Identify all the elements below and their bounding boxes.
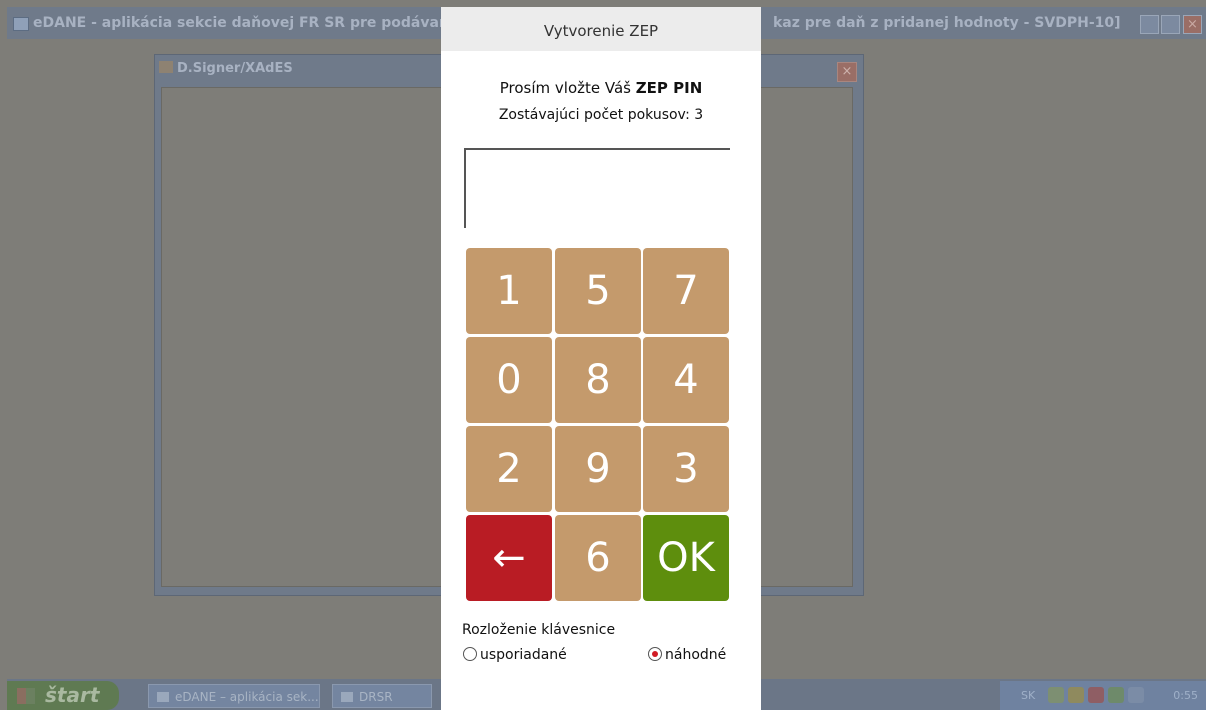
clock: 0:55 bbox=[1173, 689, 1198, 702]
keyboard-layout-label: Rozloženie klávesnice bbox=[462, 622, 616, 638]
system-tray: SK 0:55 bbox=[1000, 681, 1206, 710]
key-1[interactable]: 1 bbox=[466, 248, 552, 334]
key-2[interactable]: 2 bbox=[466, 426, 552, 512]
background-title-left: eDANE - aplikácia sekcie daňovej FR SR p… bbox=[33, 15, 479, 31]
taskbar-item-drsr: DRSR bbox=[332, 684, 432, 708]
windows-logo-icon bbox=[17, 688, 35, 704]
key-6[interactable]: 6 bbox=[555, 515, 641, 601]
edane-icon bbox=[157, 692, 169, 702]
radio-random-circle[interactable] bbox=[648, 647, 662, 661]
signer-title: D.Signer/XAdES bbox=[159, 61, 293, 76]
pin-prompt: Prosím vložte Váš ZEP PIN bbox=[441, 79, 761, 97]
tray-icon bbox=[1048, 687, 1064, 703]
tray-icon bbox=[1108, 687, 1124, 703]
pin-input[interactable] bbox=[464, 148, 730, 228]
radio-ordered-label: usporiadané bbox=[480, 647, 567, 663]
window-icon bbox=[341, 692, 353, 702]
radio-ordered-circle[interactable] bbox=[463, 647, 477, 661]
radio-random-label: náhodné bbox=[665, 647, 727, 663]
signer-title-text: D.Signer/XAdES bbox=[177, 61, 293, 76]
key-8[interactable]: 8 bbox=[555, 337, 641, 423]
attempts-value: 3 bbox=[694, 107, 704, 123]
pin-keypad: 1 5 7 0 8 4 2 9 3 ← 6 OK bbox=[466, 248, 732, 602]
dialog-title: Vytvorenie ZEP bbox=[441, 7, 761, 51]
taskbar-item-edane: eDANE – aplikácia sek... bbox=[148, 684, 320, 708]
ok-button[interactable]: OK bbox=[643, 515, 729, 601]
pin-prompt-text: Prosím vložte Váš bbox=[499, 79, 631, 97]
taskbar-item-label: DRSR bbox=[359, 690, 393, 704]
taskbar-item-label: eDANE – aplikácia sek... bbox=[175, 690, 319, 704]
background-title-right: kaz pre daň z pridanej hodnoty - SVDPH-1… bbox=[773, 15, 1121, 31]
maximize-button bbox=[1161, 15, 1180, 34]
tray-icon bbox=[1068, 687, 1084, 703]
key-9[interactable]: 9 bbox=[555, 426, 641, 512]
radio-random[interactable]: náhodné bbox=[648, 647, 726, 663]
minimize-button bbox=[1140, 15, 1159, 34]
key-7[interactable]: 7 bbox=[643, 248, 729, 334]
key-0[interactable]: 0 bbox=[466, 337, 552, 423]
app-icon bbox=[13, 17, 29, 31]
zep-pin-dialog: Vytvorenie ZEP Prosím vložte Váš ZEP PIN… bbox=[441, 7, 761, 710]
start-button: štart bbox=[7, 681, 119, 710]
close-icon: × bbox=[1183, 15, 1202, 34]
key-3[interactable]: 3 bbox=[643, 426, 729, 512]
backspace-button[interactable]: ← bbox=[466, 515, 552, 601]
language-indicator: SK bbox=[1021, 689, 1036, 702]
pin-prompt-bold: ZEP PIN bbox=[635, 79, 703, 97]
start-label: štart bbox=[45, 683, 100, 707]
left-arrow-icon: ← bbox=[492, 535, 526, 581]
radio-ordered[interactable]: usporiadané bbox=[463, 647, 567, 663]
key-4[interactable]: 4 bbox=[643, 337, 729, 423]
signer-app-icon bbox=[159, 61, 173, 73]
signer-close-icon: × bbox=[837, 62, 857, 82]
attempts-label: Zostávajúci počet pokusov: bbox=[498, 107, 690, 123]
key-5[interactable]: 5 bbox=[555, 248, 641, 334]
remaining-attempts: Zostávajúci počet pokusov: 3 bbox=[441, 107, 761, 123]
speaker-icon bbox=[1128, 687, 1144, 703]
tray-icon bbox=[1088, 687, 1104, 703]
